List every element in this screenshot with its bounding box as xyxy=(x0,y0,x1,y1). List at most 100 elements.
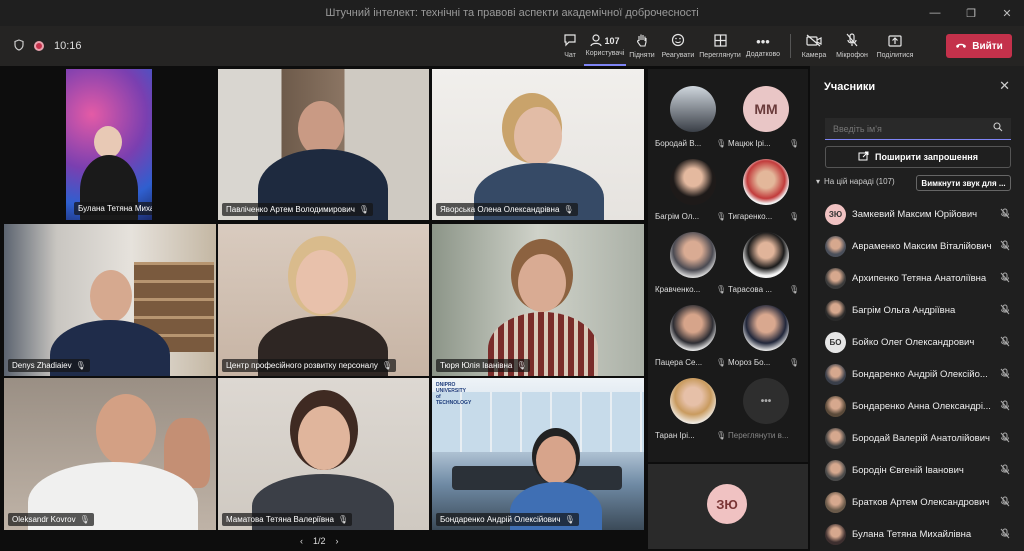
mic-off-icon: 🎙 xyxy=(79,515,90,524)
video-tile[interactable]: DNIPRO UNIVERSITY of TECHNOLOGY Бондарен… xyxy=(432,378,644,530)
tile-name-label: Маматова Тетяна Валеріївна 🎙 xyxy=(222,513,353,526)
video-tile[interactable]: Тюря Юлія Іванівна 🎙 xyxy=(432,224,644,376)
recording-indicator-icon xyxy=(34,41,44,51)
more-icon: ••• xyxy=(743,378,789,424)
more-icon: ••• xyxy=(756,33,770,49)
video-tile[interactable]: Denys Zhadiaiev 🎙 xyxy=(4,224,216,376)
mic-off-icon: 🎙 xyxy=(338,515,349,524)
mic-button[interactable]: Мікрофон xyxy=(831,26,873,66)
raise-hand-button[interactable]: Підняти xyxy=(626,26,658,66)
share-button[interactable]: Поділитися xyxy=(873,26,917,66)
participant-row[interactable]: БО Бойко Олег Олександрович xyxy=(810,326,1024,358)
chat-button[interactable]: Чат xyxy=(556,26,584,66)
react-button[interactable]: Реагувати xyxy=(658,26,698,66)
participant-face xyxy=(298,406,350,470)
tile-name-label: Бондаренко Андрій Олексійович 🎙 xyxy=(436,513,579,526)
tile-name-label: Oleksandr Kovrov 🎙 xyxy=(8,513,94,526)
participant-row[interactable]: Братков Артем Олександрович xyxy=(810,486,1024,518)
leave-button[interactable]: Вийти xyxy=(946,34,1012,58)
participant-name: Замкевий Максим Юрійович xyxy=(852,208,978,220)
participant-avatar xyxy=(825,491,846,513)
mic-off-icon: 🎙 xyxy=(789,139,800,148)
video-stage: Булана Тетяна Михайлівна🎙 Павліченко Арт… xyxy=(0,66,810,551)
mic-off-icon xyxy=(1000,272,1010,285)
mic-off-icon xyxy=(1000,304,1010,317)
view-all-participants[interactable]: ••• Переглянути в... xyxy=(724,376,804,448)
side-participant[interactable]: Пацера Се... 🎙 xyxy=(651,303,731,375)
search-input[interactable] xyxy=(825,118,1011,140)
mic-off-icon xyxy=(1000,432,1010,445)
participant-avatar xyxy=(825,459,846,481)
section-header[interactable]: ▾ На цій нараді (107) xyxy=(816,177,895,186)
mute-all-button[interactable]: Вимкнути звук для ... xyxy=(916,175,1011,191)
self-view[interactable]: ЗЮ xyxy=(648,464,808,549)
participant-row[interactable]: Архипенко Тетяна Анатоліївна xyxy=(810,262,1024,294)
side-participant[interactable]: Таран Ірі... 🎙 xyxy=(651,376,731,448)
maximize-button[interactable]: ❐ xyxy=(956,0,986,26)
mic-off-icon xyxy=(1000,464,1010,477)
meeting-timer: 10:16 xyxy=(54,40,82,52)
video-tile[interactable]: Павліченко Артем Володимирович 🎙 xyxy=(218,69,429,220)
camera-button[interactable]: Камера xyxy=(797,26,831,66)
participant-avatar xyxy=(825,267,846,289)
participant-row[interactable]: Бондаренко Анна Олександрі... xyxy=(810,390,1024,422)
gallery-pager: ‹ 1/2 › xyxy=(300,536,339,546)
participant-row[interactable]: Бородін Євгеній Іванович xyxy=(810,454,1024,486)
phone-hangup-icon xyxy=(955,41,967,52)
tile-name-label: Тюря Юлія Іванівна 🎙 xyxy=(436,359,531,372)
close-icon[interactable]: ✕ xyxy=(999,78,1010,94)
mic-off-icon: 🎙 xyxy=(789,212,800,221)
participant-avatar xyxy=(825,427,846,449)
participant-avatar xyxy=(825,299,846,321)
people-button[interactable]: 107 Користувачі xyxy=(584,26,626,66)
participant-row[interactable]: ЗЮ Замкевий Максим Юрійович xyxy=(810,198,1024,230)
participant-face xyxy=(94,126,122,158)
side-participant[interactable]: Багрім Ол... 🎙 xyxy=(651,157,731,229)
participant-row[interactable]: Бородай Валерій Анатолійович xyxy=(810,422,1024,454)
side-participant[interactable]: Мороз Бо... 🎙 xyxy=(724,303,804,375)
share-icon xyxy=(858,151,869,163)
side-participant[interactable]: Кравченко... 🎙 xyxy=(651,230,731,302)
chevron-right-icon[interactable]: › xyxy=(336,536,339,546)
participant-row[interactable]: Авраменко Максим Віталійович xyxy=(810,230,1024,262)
more-button[interactable]: ••• Додатково xyxy=(742,26,784,66)
chevron-down-icon: ▾ xyxy=(816,177,821,186)
video-tile[interactable]: Маматова Тетяна Валеріївна 🎙 xyxy=(218,378,429,530)
tile-name-label: Denys Zhadiaiev 🎙 xyxy=(8,359,90,372)
participant-row[interactable]: Багрім Ольга Андріївна xyxy=(810,294,1024,326)
mic-off-icon: 🎙 xyxy=(516,361,527,370)
chevron-left-icon[interactable]: ‹ xyxy=(300,536,303,546)
participant-face xyxy=(514,107,562,165)
participant-row[interactable]: Булана Тетяна Михайлівна xyxy=(810,518,1024,550)
side-participant[interactable]: Бородай В... 🎙 xyxy=(651,84,731,156)
panel-title: Учасники xyxy=(824,81,876,93)
video-tile[interactable]: Яворська Олена Олександрівна 🎙 xyxy=(432,69,644,220)
participant-name: Бородін Євгеній Іванович xyxy=(852,464,964,476)
participant-avatar xyxy=(825,235,846,257)
side-participant[interactable]: Тарасова ... 🎙 xyxy=(724,230,804,302)
mic-off-icon: 🎙 xyxy=(75,361,86,370)
participant-row[interactable]: Бондаренко Андрій Олексійо... xyxy=(810,358,1024,390)
participant-face xyxy=(298,101,344,156)
mic-off-icon: 🎙 xyxy=(564,515,575,524)
side-participant[interactable]: Тигаренко... 🎙 xyxy=(724,157,804,229)
chat-icon xyxy=(563,33,577,50)
minimize-button[interactable]: — xyxy=(920,0,950,26)
participant-face xyxy=(90,270,132,322)
smile-icon xyxy=(671,33,685,50)
video-tile[interactable]: Центр професійного розвитку персоналу 🎙 xyxy=(218,224,429,376)
participant-name: Архипенко Тетяна Анатоліївна xyxy=(852,272,987,284)
close-window-button[interactable]: ✕ xyxy=(992,0,1022,26)
video-tile[interactable]: Oleksandr Kovrov 🎙 xyxy=(4,378,216,530)
mic-off-icon: 🎙 xyxy=(358,205,370,214)
share-invite-button[interactable]: Поширити запрошення xyxy=(825,146,1011,168)
video-tile[interactable]: Булана Тетяна Михайлівна🎙 xyxy=(66,69,152,220)
mic-off-icon xyxy=(1000,368,1010,381)
tile-name-label: Яворська Олена Олександрівна 🎙 xyxy=(436,203,578,216)
side-participant[interactable]: ММ Мацюк Ірі... 🎙 xyxy=(724,84,804,156)
mic-off-icon: 🎙 xyxy=(381,361,393,370)
window-titlebar: Штучний інтелект: технічні та правові ас… xyxy=(0,0,1024,26)
participant-face xyxy=(96,394,156,466)
view-button[interactable]: Переглянути xyxy=(698,26,742,66)
self-avatar: ЗЮ xyxy=(707,484,747,524)
